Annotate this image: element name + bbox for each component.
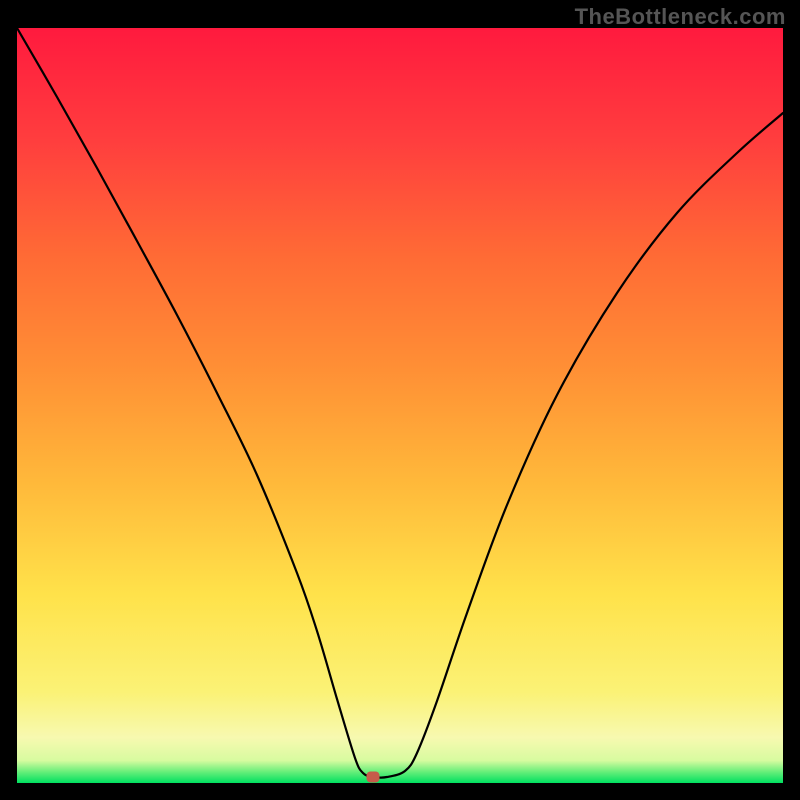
- chart-area: [17, 28, 783, 783]
- chart-svg: [17, 28, 783, 783]
- watermark-text: TheBottleneck.com: [575, 4, 786, 30]
- gradient-background: [17, 28, 783, 783]
- marker-dot: [367, 772, 380, 783]
